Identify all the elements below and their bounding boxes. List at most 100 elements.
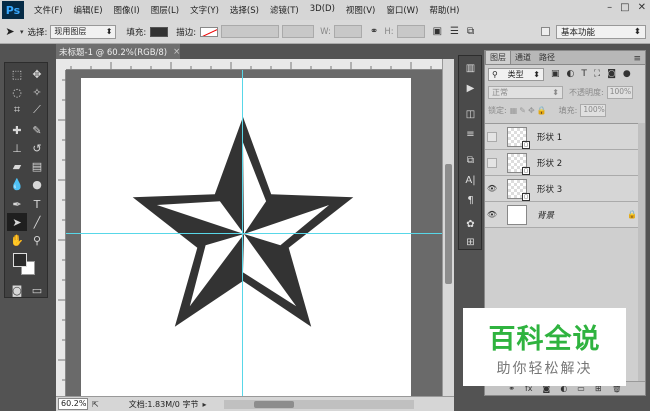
tab-paths[interactable]: 路径 (535, 51, 559, 64)
history-brush-tool-icon[interactable]: ↺ (27, 139, 47, 157)
tab-channels[interactable]: 通道 (511, 51, 535, 64)
clone-stamp-tool-icon[interactable]: ⊥ (7, 139, 27, 157)
layer-kind-dropdown[interactable]: ⚲ 类型 ⬍ (488, 67, 544, 81)
horizontal-ruler[interactable] (66, 59, 442, 70)
brush-tool-icon[interactable]: ✎ (27, 121, 47, 139)
path-selection-tool-icon[interactable]: ➤ (0, 25, 20, 38)
lock-options-icon[interactable]: ▦✎✥🔒 (510, 106, 549, 115)
adjustment-filter-icon[interactable]: ◐ (567, 69, 575, 79)
fill-opacity-field[interactable]: 100% (580, 103, 607, 117)
path-alignment-icon[interactable]: ☰ (450, 26, 459, 37)
link-icon[interactable]: ⚭ (370, 26, 378, 37)
actions-panel-icon[interactable]: ▶ (462, 80, 479, 97)
paragraph-panel-icon[interactable]: ¶ (462, 192, 479, 209)
pen-tool-icon[interactable]: ✒ (7, 195, 27, 213)
eye-icon[interactable]: 👁 (485, 176, 499, 202)
filter-toggle-icon[interactable]: ● (623, 69, 631, 79)
zoom-tool-icon[interactable]: ⚲ (27, 231, 47, 249)
gradient-tool-icon[interactable]: ▤ (27, 157, 47, 175)
adjustments-panel-icon[interactable]: ◫ (462, 106, 479, 123)
width-field[interactable] (333, 25, 362, 38)
stroke-color-swatch[interactable] (200, 26, 219, 37)
align-edges-checkbox[interactable] (541, 27, 550, 36)
tab-layers[interactable]: 图层 (485, 50, 511, 64)
path-selection-tool-icon[interactable]: ➤ (7, 213, 27, 231)
stroke-type-dropdown[interactable] (282, 25, 315, 38)
visibility-toggle[interactable] (485, 124, 499, 150)
fill-color-swatch[interactable] (150, 26, 169, 37)
info-panel-icon[interactable]: ⧉ (462, 152, 479, 169)
menu-layer[interactable]: 图层(L) (151, 4, 179, 16)
magic-wand-tool-icon[interactable]: ✧ (27, 83, 47, 101)
lasso-tool-icon[interactable]: ◌ (7, 83, 27, 101)
dodge-tool-icon[interactable]: ● (27, 175, 47, 193)
status-menu-icon[interactable]: ⇱ (92, 400, 99, 409)
horizontal-scroll-thumb[interactable] (254, 401, 294, 408)
canvas-area[interactable] (66, 70, 442, 396)
menu-file[interactable]: 文件(F) (34, 4, 63, 16)
panel-menu-icon[interactable]: ≡ (633, 54, 641, 64)
vertical-ruler[interactable] (56, 70, 66, 396)
visibility-toggle[interactable] (485, 150, 499, 176)
type-filter-icon[interactable]: T (581, 69, 587, 79)
history-panel-icon[interactable]: ▥ (462, 60, 479, 77)
canvas-scroll-thumb[interactable] (445, 164, 452, 284)
layer-row-shape-2[interactable]: ▢ 形状 2 (485, 150, 645, 176)
zoom-level-field[interactable]: 60.2% (58, 398, 88, 410)
smart-object-filter-icon[interactable]: ◙ (607, 69, 616, 79)
menu-image[interactable]: 图像(I) (114, 4, 140, 16)
close-button[interactable]: ✕ (638, 2, 646, 13)
marquee-tool-icon[interactable]: ⬚ (7, 65, 27, 83)
layer-row-shape-3[interactable]: 👁 ▢ 形状 3 (485, 176, 645, 202)
hand-tool-icon[interactable]: ✋ (7, 231, 27, 249)
close-tab-icon[interactable]: × (173, 47, 180, 57)
foreground-color-swatch[interactable] (13, 253, 27, 267)
eraser-tool-icon[interactable]: ▰ (7, 157, 27, 175)
screen-mode-icon[interactable]: ▭ (27, 281, 47, 299)
menu-select[interactable]: 选择(S) (230, 4, 259, 16)
horizontal-guide[interactable] (66, 233, 442, 234)
document-tab[interactable]: 未标题-1 @ 60.2%(RGB/8) × (56, 44, 180, 59)
properties-panel-icon[interactable]: ≡ (462, 126, 479, 143)
canvas-horizontal-scrollbar[interactable] (224, 400, 414, 409)
path-operations-icon[interactable]: ▣ (433, 26, 442, 37)
menu-help[interactable]: 帮助(H) (429, 4, 459, 16)
eye-icon[interactable]: 👁 (485, 202, 499, 228)
minimize-button[interactable]: – (607, 2, 612, 13)
workspace-dropdown[interactable]: 基本功能 ⬍ (556, 25, 646, 39)
move-tool-icon[interactable]: ✥ (27, 65, 47, 83)
layers-scrollbar[interactable] (638, 123, 645, 381)
menu-type[interactable]: 文字(Y) (190, 4, 219, 16)
type-tool-icon[interactable]: T (27, 195, 47, 213)
pixel-filter-icon[interactable]: ▣ (551, 69, 560, 79)
star-outer-shape[interactable] (132, 117, 354, 327)
quick-mask-icon[interactable]: ◙ (7, 281, 27, 299)
line-tool-icon[interactable]: ╱ (27, 213, 47, 231)
menu-view[interactable]: 视图(V) (346, 4, 375, 16)
layer-row-background[interactable]: 👁 背景 🔒 (485, 202, 645, 228)
healing-brush-tool-icon[interactable]: ✚ (7, 121, 27, 139)
height-field[interactable] (396, 25, 425, 38)
stroke-width-field[interactable] (221, 25, 280, 38)
blur-tool-icon[interactable]: 💧 (7, 175, 27, 193)
eyedropper-tool-icon[interactable]: ⟋ (27, 101, 47, 119)
canvas-vertical-scrollbar[interactable] (442, 59, 454, 396)
menu-window[interactable]: 窗口(W) (386, 4, 418, 16)
menu-3d[interactable]: 3D(D) (310, 4, 335, 16)
layer-row-shape-1[interactable]: ▢ 形状 1 (485, 124, 645, 150)
opacity-field[interactable]: 100% (606, 85, 633, 99)
select-mode-dropdown[interactable]: 现用图层 ⬍ (50, 24, 117, 39)
swatches-panel-icon[interactable]: ⊞ (462, 234, 479, 251)
tool-preset-dropdown-icon[interactable]: ▾ (20, 28, 24, 36)
character-panel-icon[interactable]: A| (462, 172, 479, 189)
path-arrangement-icon[interactable]: ⧉ (467, 26, 474, 37)
restore-button[interactable]: □ (620, 2, 629, 13)
color-panel-icon[interactable]: ✿ (462, 216, 479, 233)
menu-filter[interactable]: 滤镜(T) (270, 4, 299, 16)
crop-tool-icon[interactable]: ⌗ (7, 101, 27, 119)
status-expand-icon[interactable]: ▸ (202, 400, 206, 409)
blend-mode-dropdown[interactable]: 正常 ⬍ (488, 85, 563, 99)
menu-edit[interactable]: 编辑(E) (74, 4, 103, 16)
ruler-origin[interactable] (56, 59, 66, 70)
shape-filter-icon[interactable]: ⛶ (594, 69, 600, 79)
